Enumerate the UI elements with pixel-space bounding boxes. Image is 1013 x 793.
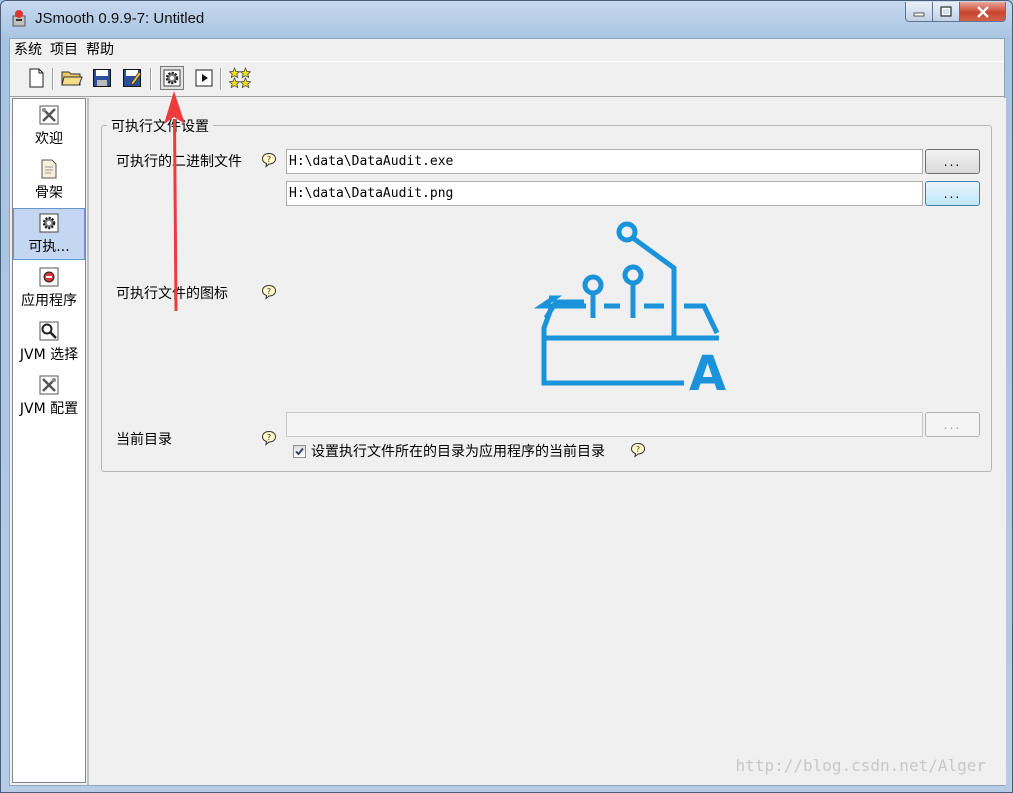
current-dir-input[interactable] — [286, 412, 923, 437]
welcome-tools-icon — [39, 105, 59, 125]
use-exe-dir-checkbox[interactable] — [293, 445, 306, 458]
menu-bar: 系统 项目 帮助 — [10, 39, 1004, 60]
jvm-select-magnifier-icon — [39, 321, 59, 341]
close-button[interactable] — [960, 2, 1006, 22]
logo-letter: A — [689, 346, 726, 393]
sidebar-item-jvm-config[interactable]: JVM 配置 — [13, 371, 85, 423]
toolbar-separator — [150, 68, 152, 90]
sidebar-item-label: JVM 选择 — [19, 347, 79, 363]
window-title: JSmooth 0.9.9-7: Untitled — [35, 10, 205, 27]
sidebar-item-label: 可执... — [28, 239, 70, 255]
application-icon — [39, 267, 59, 287]
menu-help[interactable]: 帮助 — [82, 39, 118, 60]
menu-project[interactable]: 项目 — [46, 39, 82, 60]
icon-path-input[interactable]: H:\data\DataAudit.png — [286, 181, 923, 206]
browse-binary-button[interactable]: ... — [925, 149, 980, 174]
toolbar-separator — [52, 68, 54, 90]
data-audit-logo-icon: A — [534, 221, 726, 393]
title-bar[interactable]: JSmooth 0.9.9-7: Untitled — [1, 1, 1012, 37]
maximize-icon — [940, 6, 952, 17]
minimize-icon — [913, 12, 925, 16]
annotation-arrow-icon — [164, 91, 185, 312]
sidebar-item-label: 应用程序 — [21, 293, 77, 309]
sidebar-item-application[interactable]: 应用程序 — [13, 263, 85, 315]
compile-gear-icon — [163, 69, 181, 87]
sidebar-item-executable[interactable]: 可执... — [13, 208, 85, 260]
sidebar-item-jvm-select[interactable]: JVM 选择 — [13, 317, 85, 369]
svg-text:?: ? — [267, 433, 271, 442]
help-bubble-icon[interactable]: ? — [261, 430, 277, 446]
jvm-config-tools-icon — [39, 375, 59, 395]
binary-path-input[interactable]: H:\data\DataAudit.exe — [286, 149, 923, 174]
executable-gear-icon — [39, 213, 59, 233]
help-bubble-icon[interactable]: ? — [630, 442, 646, 458]
main-panel: 可执行文件设置 可执行的二进制文件 ? H:\data\DataAudit.ex… — [87, 98, 1006, 785]
compile-button[interactable] — [160, 66, 184, 90]
save-icon — [93, 69, 111, 87]
skeleton-page-icon — [41, 159, 57, 179]
watermark: http://blog.csdn.net/Alger — [735, 756, 986, 775]
help-bubble-icon[interactable]: ? — [261, 152, 277, 168]
run-icon — [195, 69, 213, 87]
browse-icon-button[interactable]: ... — [925, 181, 980, 206]
current-dir-label: 当前目录 — [116, 432, 172, 448]
checkmark-icon — [295, 447, 304, 456]
browse-dir-button[interactable]: ... — [925, 412, 980, 437]
app-window: JSmooth 0.9.9-7: Untitled 系统 项目 帮助 欢迎 骨架… — [0, 0, 1013, 793]
save-as-button[interactable] — [120, 66, 144, 90]
sidebar-item-label: JVM 配置 — [19, 401, 79, 417]
new-file-button[interactable] — [24, 66, 48, 90]
toolbar-separator — [220, 68, 222, 90]
new-file-icon — [29, 68, 44, 88]
sidebar-item-skeleton[interactable]: 骨架 — [13, 155, 85, 207]
help-bubble-icon[interactable]: ? — [261, 284, 277, 300]
svg-text:?: ? — [267, 155, 271, 164]
open-folder-icon — [61, 71, 83, 86]
minimize-button[interactable] — [905, 2, 933, 22]
sidebar-item-label: 骨架 — [35, 185, 63, 201]
stars-button[interactable] — [228, 66, 252, 90]
use-exe-dir-label: 设置执行文件所在的目录为应用程序的当前目录 — [311, 444, 605, 460]
save-as-icon — [123, 69, 142, 87]
sidebar-item-welcome[interactable]: 欢迎 — [13, 101, 85, 153]
jsmooth-app-icon — [12, 10, 26, 27]
window-controls — [905, 2, 1006, 24]
maximize-button[interactable] — [933, 2, 960, 22]
menu-system[interactable]: 系统 — [10, 39, 46, 60]
save-button[interactable] — [90, 66, 114, 90]
sidebar: 欢迎 骨架 可执... 应用程序 JVM 选择 JVM 配置 — [12, 98, 86, 783]
svg-text:?: ? — [636, 445, 640, 454]
svg-text:?: ? — [267, 287, 271, 296]
stars-icon — [229, 67, 251, 89]
client-area: 系统 项目 帮助 欢迎 骨架 可执... 应用程序 JVM 选择 JVM 配置 … — [9, 38, 1006, 786]
run-button[interactable] — [192, 66, 216, 90]
sidebar-item-label: 欢迎 — [35, 131, 63, 147]
open-button[interactable] — [60, 66, 84, 90]
close-icon — [976, 5, 989, 18]
